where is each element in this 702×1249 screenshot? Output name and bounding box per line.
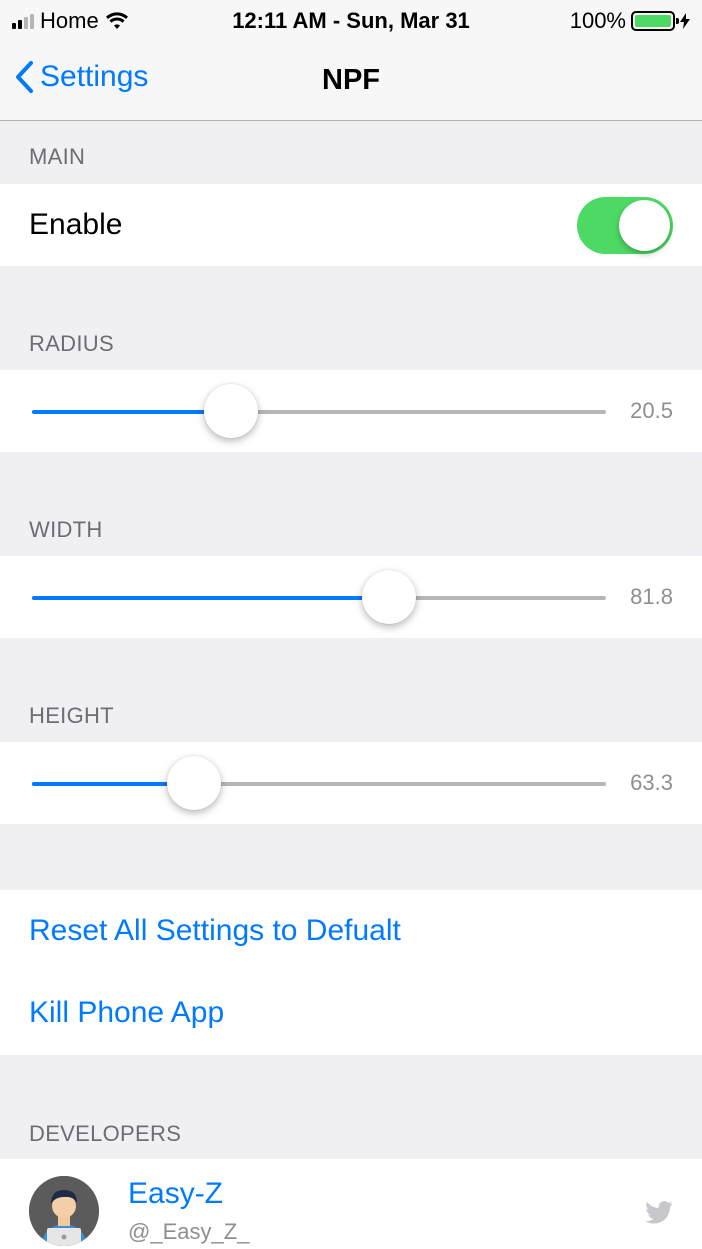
radius-value: 20.5 xyxy=(630,398,673,423)
height-slider[interactable] xyxy=(32,756,606,810)
developer-name: Easy-Z xyxy=(128,1177,224,1210)
section-header-width: WIDTH xyxy=(29,517,103,542)
page-title: NPF xyxy=(322,64,380,96)
radius-slider[interactable] xyxy=(32,384,606,438)
width-slider-fill xyxy=(32,596,390,600)
charging-bolt-icon xyxy=(680,13,690,29)
battery-percent: 100% xyxy=(569,8,626,33)
radius-slider-fill xyxy=(32,410,232,414)
enable-cell: Enable xyxy=(0,184,702,266)
actions-group: Reset All Settings to Defualt Kill Phone… xyxy=(0,890,702,1055)
kill-phone-app-button[interactable]: Kill Phone App xyxy=(29,996,224,1030)
navigation-bar: Settings NPF xyxy=(0,40,702,121)
avatar xyxy=(29,1176,99,1246)
height-cell: 63.3 xyxy=(0,742,702,824)
height-slider-thumb[interactable] xyxy=(167,756,222,810)
section-header-developers: DEVELOPERS xyxy=(29,1121,182,1146)
reset-settings-button[interactable]: Reset All Settings to Defualt xyxy=(29,914,401,948)
enable-toggle[interactable] xyxy=(577,197,673,254)
toggle-knob xyxy=(619,200,670,251)
battery-icon xyxy=(631,11,679,31)
developer-cell[interactable]: Easy-Z @_Easy_Z_ xyxy=(0,1159,702,1249)
status-bar: Home 12:11 AM - Sun, Mar 31 100% xyxy=(0,0,702,40)
width-slider[interactable] xyxy=(32,570,606,624)
width-value: 81.8 xyxy=(630,584,673,609)
enable-label: Enable xyxy=(29,208,123,241)
radius-cell: 20.5 xyxy=(0,370,702,452)
width-cell: 81.8 xyxy=(0,556,702,638)
developer-handle: @_Easy_Z_ xyxy=(128,1219,250,1244)
section-header-radius: RADIUS xyxy=(29,331,114,356)
twitter-icon xyxy=(645,1201,673,1224)
height-value: 63.3 xyxy=(630,770,673,795)
width-slider-thumb[interactable] xyxy=(362,570,417,624)
status-right: 100% xyxy=(570,8,690,34)
section-header-height: HEIGHT xyxy=(29,703,114,728)
section-header-main: MAIN xyxy=(29,144,86,169)
radius-slider-thumb[interactable] xyxy=(204,384,259,438)
